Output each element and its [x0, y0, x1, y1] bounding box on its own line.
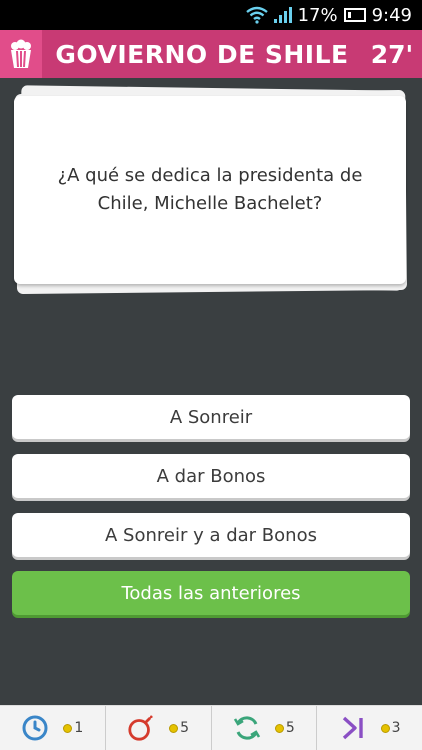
clock-icon: [21, 714, 49, 742]
powerup-swap-question[interactable]: 5: [212, 706, 318, 750]
countdown-timer: 27': [370, 39, 414, 69]
category-title: GOVIERNO DE SHILE: [55, 39, 349, 69]
wifi-icon: [245, 6, 268, 24]
powerup-bar: 1 5 5 3: [0, 705, 422, 750]
coin-icon: [380, 723, 390, 733]
category-header: GOVIERNO DE SHILE 27': [0, 30, 422, 78]
cost-label: 3: [380, 720, 401, 736]
bomb-icon: [127, 714, 155, 742]
powerup-extra-time[interactable]: 1: [0, 706, 106, 750]
skip-icon: [339, 714, 367, 742]
cost-label: 5: [274, 720, 295, 736]
coin-icon: [169, 723, 179, 733]
refresh-icon: [233, 714, 261, 742]
clock-time: 9:49: [371, 4, 412, 26]
cost-label: 1: [63, 720, 83, 736]
popcorn-icon: [0, 30, 42, 78]
powerup-bomb[interactable]: 5: [106, 706, 212, 750]
coin-icon: [274, 723, 284, 733]
question-text: ¿A qué se dedica la presidenta de Chile,…: [57, 165, 363, 214]
status-bar: 17% 9:49: [0, 0, 422, 30]
answer-option-3[interactable]: A Sonreir y a dar Bonos: [12, 513, 410, 557]
battery-percent: 17%: [297, 4, 338, 26]
coin-icon: [63, 723, 73, 733]
question-card: ¿A qué se dedica la presidenta de Chile,…: [14, 96, 406, 284]
powerup-skip[interactable]: 3: [317, 706, 422, 750]
battery-icon: [343, 8, 366, 22]
answer-option-4-correct[interactable]: Todas las anteriores: [12, 571, 410, 615]
answer-option-1[interactable]: A Sonreir: [12, 395, 410, 439]
answer-option-2[interactable]: A dar Bonos: [12, 454, 410, 498]
cost-label: 5: [169, 720, 189, 736]
signal-icon: [273, 7, 292, 23]
